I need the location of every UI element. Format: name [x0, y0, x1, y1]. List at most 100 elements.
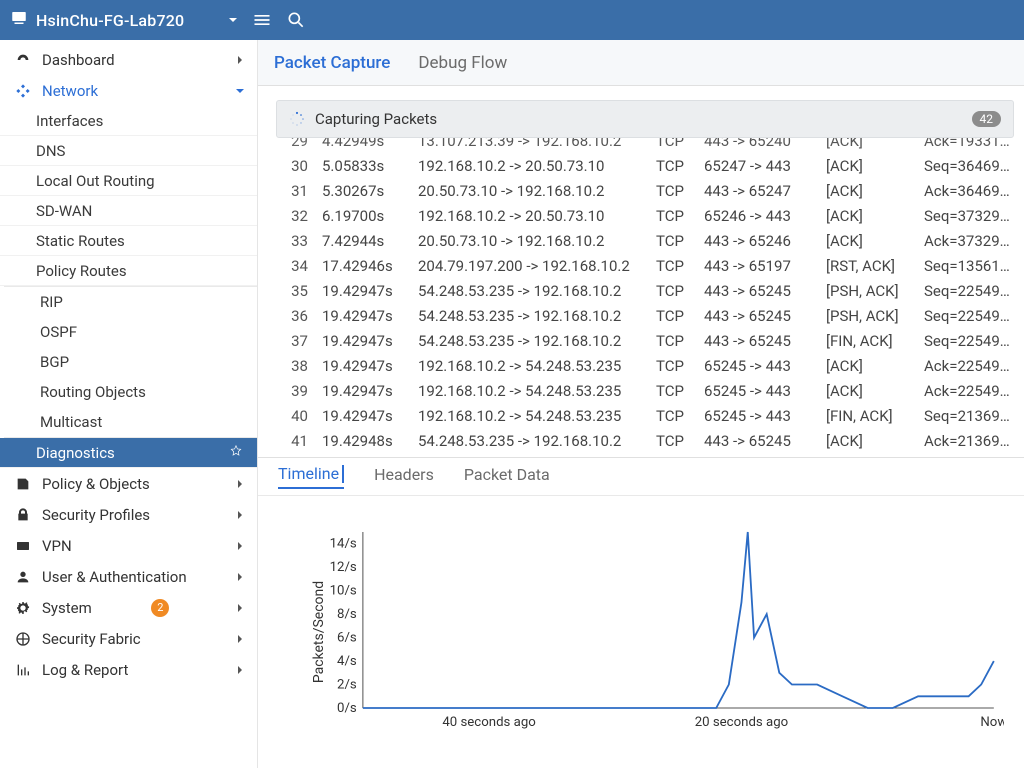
- chevron-right-icon: [235, 51, 245, 69]
- device-icon: [10, 9, 28, 31]
- packet-row[interactable]: 326.19700s192.168.10.2 -> 20.50.73.10TCP…: [276, 203, 1014, 228]
- capture-status-bar: Capturing Packets 42: [276, 100, 1014, 138]
- svg-text:6/s: 6/s: [337, 631, 357, 646]
- vpn-icon: [14, 538, 32, 554]
- packet-row[interactable]: 337.42944s20.50.73.10 -> 192.168.10.2TCP…: [276, 228, 1014, 253]
- sidebar-item-policy-routes[interactable]: Policy Routes: [0, 256, 257, 286]
- sidebar-item-security-profiles[interactable]: Security Profiles: [0, 499, 257, 530]
- lock-icon: [14, 507, 32, 523]
- sidebar-item-log-report[interactable]: Log & Report: [0, 654, 257, 685]
- policy-icon: [14, 476, 32, 492]
- svg-text:Now: Now: [980, 715, 1004, 730]
- network-icon: [14, 83, 32, 99]
- chevron-right-icon: [235, 475, 245, 493]
- svg-text:14/s: 14/s: [330, 537, 357, 552]
- sidebar-item-dns[interactable]: DNS: [0, 136, 257, 166]
- packet-row[interactable]: 294.42949s13.107.213.39 -> 192.168.10.2T…: [276, 138, 1014, 153]
- packet-row[interactable]: 3919.42947s192.168.10.2 -> 54.248.53.235…: [276, 378, 1014, 403]
- cursor-icon: [342, 465, 344, 483]
- packet-row[interactable]: 4019.42947s192.168.10.2 -> 54.248.53.235…: [276, 403, 1014, 428]
- packet-row[interactable]: 305.05833s192.168.10.2 -> 20.50.73.10TCP…: [276, 153, 1014, 178]
- svg-text:12/s: 12/s: [330, 560, 357, 575]
- sidebar-item-interfaces[interactable]: Interfaces: [0, 106, 257, 136]
- timeline-chart: Packets/Second 0/s 2/s 4/s 6/s 8/s 10/s 12/s 14…: [258, 496, 1024, 768]
- hamburger-menu-icon[interactable]: [252, 10, 272, 30]
- packet-row[interactable]: 4119.42948s54.248.53.235 -> 192.168.10.2…: [276, 428, 1014, 453]
- svg-text:40 seconds ago: 40 seconds ago: [442, 715, 535, 730]
- lower-panel: Timeline Headers Packet Data Packets/Sec…: [258, 457, 1024, 768]
- sidebar-item-diagnostics[interactable]: Diagnostics: [0, 438, 257, 468]
- gear-icon: [14, 600, 32, 616]
- packet-row[interactable]: 3819.42947s192.168.10.2 -> 54.248.53.235…: [276, 353, 1014, 378]
- chevron-down-icon: [235, 82, 245, 100]
- chevron-right-icon: [235, 630, 245, 648]
- sidebar-item-security-fabric[interactable]: Security Fabric: [0, 623, 257, 654]
- sidebar-item-label: System: [42, 599, 92, 617]
- sidebar-item-label: Network: [42, 82, 98, 100]
- chart-icon: [14, 662, 32, 678]
- content-tabs: Packet Capture Debug Flow: [258, 40, 1024, 86]
- sidebar-item-label: Policy & Objects: [42, 475, 150, 493]
- sidebar-item-local-out-routing[interactable]: Local Out Routing: [0, 166, 257, 196]
- sidebar-item-policy-objects[interactable]: Policy & Objects: [0, 468, 257, 499]
- chevron-right-icon: [235, 599, 245, 617]
- sidebar: Dashboard Network Interfaces DNS Local O…: [0, 40, 258, 768]
- dashboard-icon: [14, 52, 32, 68]
- packet-row[interactable]: 3417.42946s204.79.197.200 -> 192.168.10.…: [276, 253, 1014, 278]
- tab-debug-flow[interactable]: Debug Flow: [418, 53, 507, 85]
- sidebar-item-ospf[interactable]: OSPF: [4, 317, 257, 347]
- sidebar-item-static-routes[interactable]: Static Routes: [0, 226, 257, 256]
- sidebar-item-dashboard[interactable]: Dashboard: [0, 44, 257, 75]
- host-selector[interactable]: HsinChu-FG-Lab720: [10, 9, 238, 31]
- svg-text:2/s: 2/s: [337, 678, 357, 693]
- packet-count-badge: 42: [972, 111, 1002, 127]
- chart-ylabel: Packets/Second: [311, 581, 327, 683]
- search-icon[interactable]: [286, 10, 306, 30]
- topbar: HsinChu-FG-Lab720: [0, 0, 1024, 40]
- sidebar-item-multicast[interactable]: Multicast: [4, 407, 257, 437]
- packet-row[interactable]: 315.30267s20.50.73.10 -> 192.168.10.2TCP…: [276, 178, 1014, 203]
- sidebar-item-network[interactable]: Network: [0, 75, 257, 106]
- sidebar-item-label: Security Profiles: [42, 506, 150, 524]
- packet-row[interactable]: 3619.42947s54.248.53.235 -> 192.168.10.2…: [276, 303, 1014, 328]
- sidebar-item-system[interactable]: System 2: [0, 592, 257, 623]
- sidebar-item-label: Log & Report: [42, 661, 128, 679]
- chevron-right-icon: [235, 537, 245, 555]
- user-icon: [14, 569, 32, 585]
- tab-timeline[interactable]: Timeline: [278, 464, 344, 490]
- chart-svg: 0/s 2/s 4/s 6/s 8/s 10/s 12/s 14/s 40 seconds ag…: [312, 524, 1004, 734]
- sidebar-item-bgp[interactable]: BGP: [4, 347, 257, 377]
- svg-text:10/s: 10/s: [330, 584, 357, 599]
- chevron-down-icon: [228, 15, 238, 25]
- tab-packet-capture[interactable]: Packet Capture: [274, 53, 390, 85]
- chevron-right-icon: [235, 506, 245, 524]
- packet-list[interactable]: 294.42949s13.107.213.39 -> 192.168.10.2T…: [276, 138, 1014, 453]
- capture-status-label: Capturing Packets: [315, 110, 437, 128]
- sidebar-item-label: Security Fabric: [42, 630, 141, 648]
- lower-tabs: Timeline Headers Packet Data: [258, 458, 1024, 496]
- svg-text:0/s: 0/s: [337, 701, 357, 716]
- chevron-right-icon: [235, 661, 245, 679]
- svg-text:8/s: 8/s: [337, 607, 357, 622]
- packet-row[interactable]: 3519.42947s54.248.53.235 -> 192.168.10.2…: [276, 278, 1014, 303]
- sidebar-item-rip[interactable]: RIP: [4, 287, 257, 317]
- hostname: HsinChu-FG-Lab720: [36, 11, 184, 30]
- svg-text:20 seconds ago: 20 seconds ago: [695, 715, 788, 730]
- chevron-right-icon: [235, 568, 245, 586]
- sidebar-item-vpn[interactable]: VPN: [0, 530, 257, 561]
- sidebar-item-label: User & Authentication: [42, 568, 187, 586]
- sidebar-item-user-auth[interactable]: User & Authentication: [0, 561, 257, 592]
- tab-headers[interactable]: Headers: [374, 465, 434, 488]
- sidebar-item-label: VPN: [42, 537, 72, 555]
- tab-packet-data[interactable]: Packet Data: [464, 465, 550, 488]
- svg-text:4/s: 4/s: [337, 654, 357, 669]
- fabric-icon: [14, 631, 32, 647]
- notification-badge: 2: [151, 599, 169, 617]
- spinner-icon: [289, 111, 305, 127]
- sidebar-item-label: Dashboard: [42, 51, 115, 69]
- sidebar-item-sd-wan[interactable]: SD-WAN: [0, 196, 257, 226]
- sidebar-item-routing-objects[interactable]: Routing Objects: [4, 377, 257, 407]
- star-icon[interactable]: [229, 444, 243, 462]
- content: Packet Capture Debug Flow Capturing Pack…: [258, 40, 1024, 768]
- packet-row[interactable]: 3719.42947s54.248.53.235 -> 192.168.10.2…: [276, 328, 1014, 353]
